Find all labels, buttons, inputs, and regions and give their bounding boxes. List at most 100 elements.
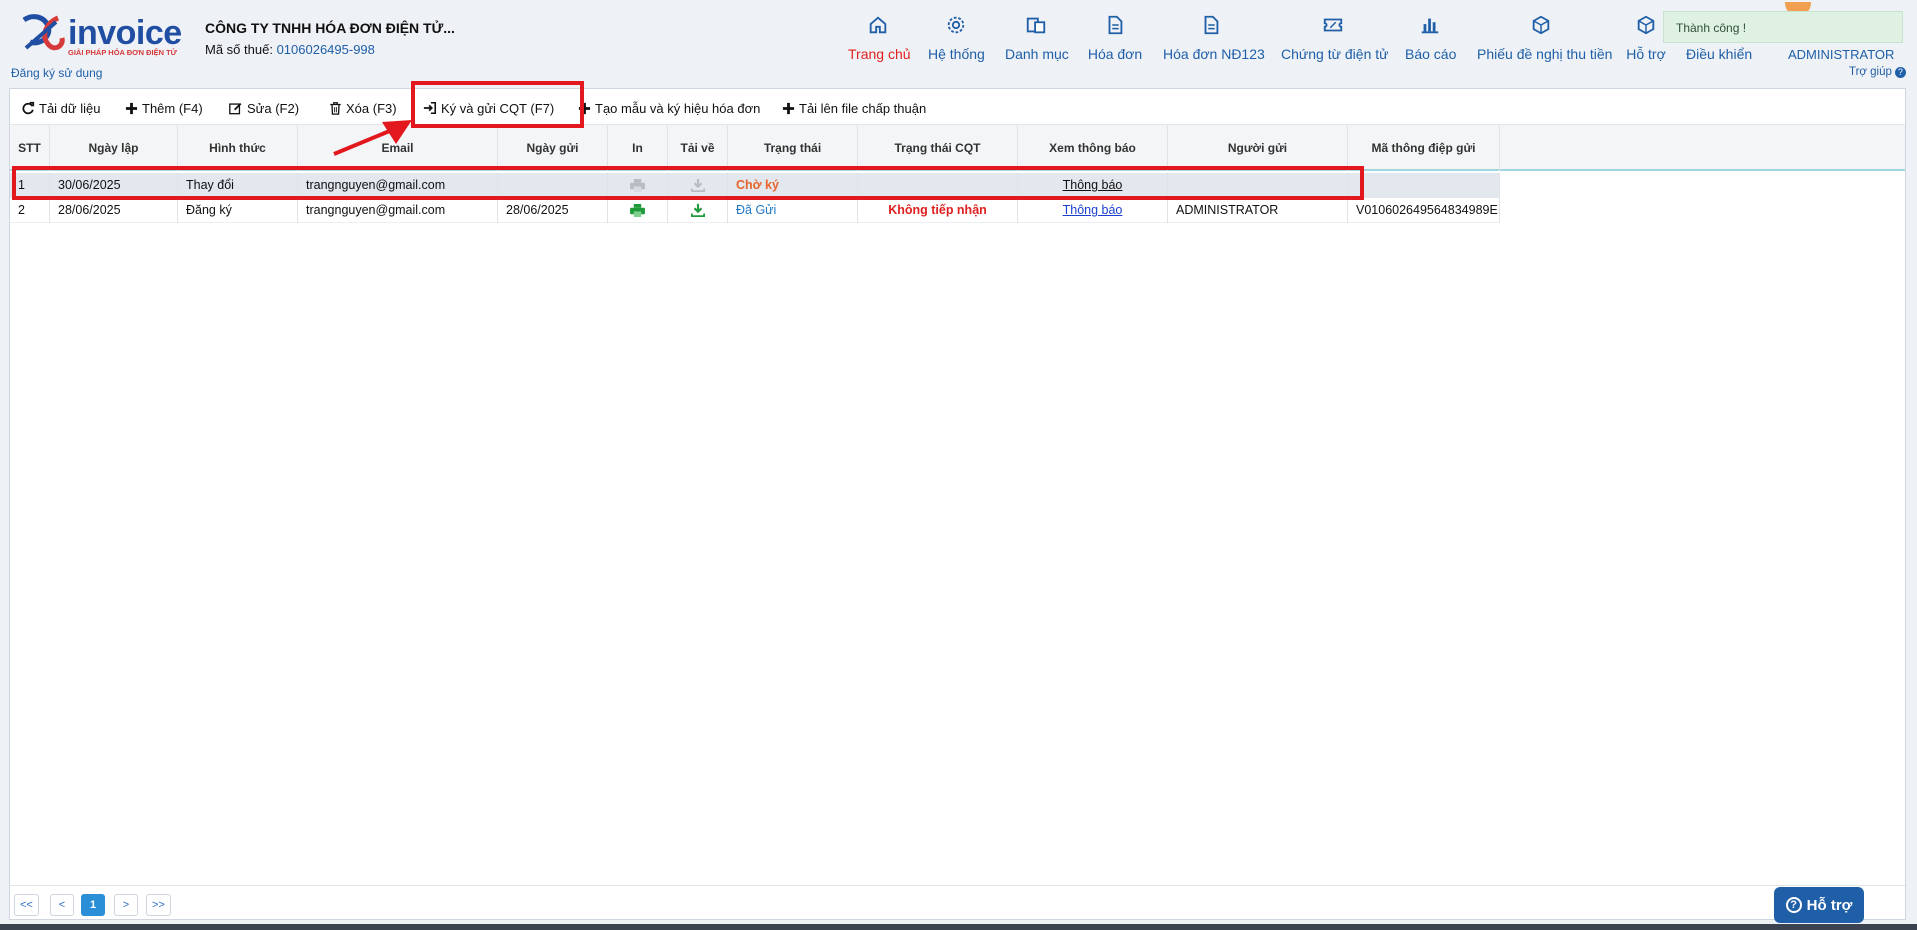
help-icon: ?	[1894, 67, 1906, 78]
col-sent-date[interactable]: Ngày gửi	[498, 125, 608, 171]
highlight-row-box	[12, 166, 1364, 200]
upload-label: Tải lên file chấp thuận	[799, 100, 927, 116]
col-status[interactable]: Trạng thái	[728, 125, 858, 171]
cell-date: 28/06/2025	[50, 198, 178, 223]
register-link[interactable]: Đăng ký sử dụng	[11, 66, 102, 80]
table-row[interactable]: 2 28/06/2025 Đăng ký trangnguyen@gmail.c…	[10, 198, 1500, 223]
add-label: Thêm (F4)	[142, 100, 203, 116]
nav-label: Phiếu đề nghị thu tiền	[1477, 46, 1613, 62]
nav-label: Hóa đơn NĐ123	[1163, 46, 1265, 62]
col-print[interactable]: In	[608, 125, 668, 171]
plus-icon	[125, 102, 138, 114]
col-cqt-status[interactable]: Trạng thái CQT	[858, 125, 1018, 171]
cell-sent-date: 28/06/2025	[498, 198, 608, 223]
logo-mark-icon	[22, 14, 65, 51]
box-icon	[1637, 15, 1655, 35]
nav-invoice-nd123[interactable]: Hóa đơn NĐ123	[1163, 14, 1265, 68]
col-stt[interactable]: STT	[10, 125, 50, 171]
trash-icon	[330, 102, 341, 115]
main-panel: Tải dữ liệu Thêm (F4) Sửa (F2) Xóa (F3) …	[9, 88, 1906, 920]
nav-label: Báo cáo	[1405, 46, 1457, 62]
cell-print	[608, 198, 668, 223]
nav-label: Danh mục	[1005, 46, 1069, 62]
window-bottom-edge	[0, 924, 1917, 930]
support-button[interactable]: ? Hỗ trợ	[1774, 887, 1864, 923]
bar-chart-icon	[1421, 18, 1439, 34]
cell-stt: 2	[10, 198, 50, 223]
create-template-button[interactable]: Tạo mẫu và ký hiệu hóa đơn	[578, 98, 760, 118]
cell-type: Đăng ký	[178, 198, 298, 223]
delete-label: Xóa (F3)	[346, 100, 397, 116]
tax-label: Mã số thuế:	[205, 42, 273, 57]
toolbar: Tải dữ liệu Thêm (F4) Sửa (F2) Xóa (F3) …	[10, 89, 1905, 125]
nav-label: Hóa đơn	[1087, 46, 1143, 62]
nav-home[interactable]: Trang chủ	[848, 14, 911, 68]
admin-user[interactable]: ADMINISTRATOR	[1788, 47, 1894, 62]
company-info: CÔNG TY TNHH HÓA ĐƠN ĐIỆN TỬ... Mã số th…	[205, 20, 455, 57]
add-button[interactable]: Thêm (F4)	[125, 98, 203, 118]
page-prev-button[interactable]: <	[50, 894, 74, 916]
edit-label: Sửa (F2)	[247, 100, 300, 116]
edit-icon	[229, 103, 242, 115]
document-icon	[1108, 15, 1123, 35]
help-link[interactable]: Trợ giúp?	[1849, 66, 1906, 78]
folder-doc-icon	[1026, 17, 1046, 34]
cell-msg-code	[1348, 173, 1500, 198]
plus-icon	[782, 102, 795, 114]
col-sender[interactable]: Người gửi	[1168, 125, 1348, 171]
col-notice[interactable]: Xem thông báo	[1018, 125, 1168, 171]
cell-notice: Thông báo	[1018, 198, 1168, 223]
support-label: Hỗ trợ	[1806, 896, 1853, 914]
nav-label: Chứng từ điện tử	[1281, 46, 1389, 62]
nav-e-documents[interactable]: Chứng từ điện tử	[1281, 14, 1389, 68]
nav-catalog[interactable]: Danh mục	[1005, 14, 1069, 68]
nav-invoice[interactable]: Hóa đơn	[1087, 14, 1143, 68]
nav-system[interactable]: Hệ thống	[928, 14, 985, 68]
refresh-icon	[22, 101, 35, 115]
col-msg-code[interactable]: Mã thông điệp gửi	[1348, 125, 1500, 171]
notice-link[interactable]: Thông báo	[1063, 203, 1123, 217]
delete-button[interactable]: Xóa (F3)	[329, 98, 397, 118]
cell-email: trangnguyen@gmail.com	[298, 198, 498, 223]
printer-icon[interactable]	[630, 204, 645, 217]
pagination: << < 1 > >>	[10, 885, 1905, 919]
highlight-sign-send-box	[411, 81, 584, 128]
header: invoice GIẢI PHÁP HÓA ĐƠN ĐIỆN TỬ Đăng k…	[0, 0, 1917, 82]
create-template-label: Tạo mẫu và ký hiệu hóa đơn	[595, 100, 761, 116]
cell-download	[668, 198, 728, 223]
question-icon: ?	[1785, 897, 1802, 913]
nav-label: Trang chủ	[848, 46, 911, 62]
tax-value: 0106026495-998	[276, 42, 375, 57]
download-icon[interactable]	[690, 203, 705, 217]
edit-button[interactable]: Sửa (F2)	[228, 98, 299, 118]
nav-reports[interactable]: Báo cáo	[1405, 14, 1457, 68]
nav-label: Hỗ trợ	[1626, 46, 1666, 62]
tax-row: Mã số thuế: 0106026495-998	[205, 42, 455, 57]
cell-cqt-status: Không tiếp nhận	[858, 198, 1018, 223]
logo[interactable]: invoice GIẢI PHÁP HÓA ĐƠN ĐIỆN TỬ	[18, 12, 183, 60]
col-type[interactable]: Hình thức	[178, 125, 298, 171]
help-label: Trợ giúp	[1849, 66, 1892, 78]
ticket-icon	[1323, 18, 1343, 32]
page-last-button[interactable]: >>	[146, 894, 171, 916]
col-date[interactable]: Ngày lập	[50, 125, 178, 171]
cell-sender: ADMINISTRATOR	[1168, 198, 1348, 223]
page-current-button[interactable]: 1	[81, 894, 105, 916]
page-first-button[interactable]: <<	[14, 894, 39, 916]
col-download[interactable]: Tải về	[668, 125, 728, 171]
box-icon	[1532, 15, 1550, 35]
nav-payment-request[interactable]: Phiếu đề nghị thu tiền	[1477, 14, 1613, 68]
app-root: invoice GIẢI PHÁP HÓA ĐƠN ĐIỆN TỬ Đăng k…	[0, 0, 1917, 930]
annotation-arrow-icon	[333, 120, 412, 156]
home-icon	[869, 16, 887, 34]
success-toast: Thành công !	[1663, 11, 1903, 43]
upload-approval-button[interactable]: Tải lên file chấp thuận	[782, 98, 926, 118]
page-next-button[interactable]: >	[114, 894, 138, 916]
reload-button[interactable]: Tải dữ liệu	[21, 98, 100, 118]
company-name: CÔNG TY TNHH HÓA ĐƠN ĐIỆN TỬ...	[205, 20, 455, 36]
document-icon	[1204, 15, 1219, 35]
nav-label: Hệ thống	[928, 46, 985, 62]
gear-icon	[947, 16, 965, 34]
nav-support[interactable]: Hỗ trợ	[1626, 14, 1666, 68]
nav-label: Điều khiển	[1686, 46, 1753, 62]
